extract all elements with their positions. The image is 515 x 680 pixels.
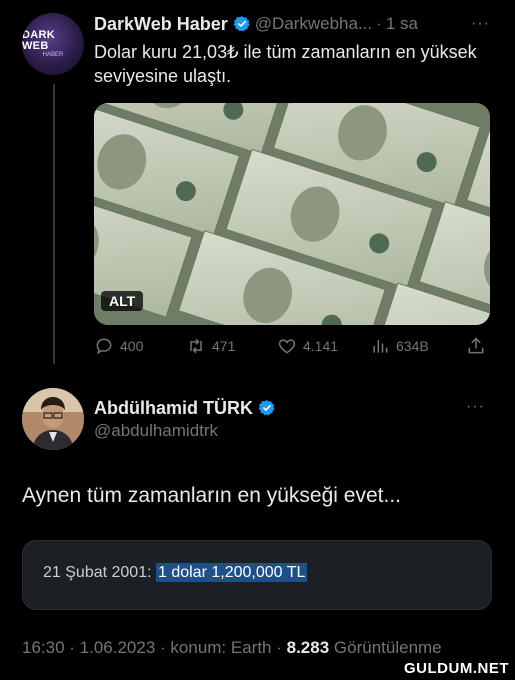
quoted-text-card[interactable]: 21 Şubat 2001: 1 dolar 1,200,000 TL [22,540,492,610]
retweet-count: 471 [212,338,236,354]
avatar-darkweb-haber[interactable]: DARK WEB HABER [22,13,84,75]
reply-count: 400 [120,338,144,354]
quoted-date: 21 Şubat 2001: [43,564,156,581]
post-date[interactable]: 1.06.2023 [80,638,156,657]
meta-sep: · [64,638,80,657]
author-name[interactable]: Abdülhamid TÜRK [94,398,253,419]
quoted-text: 21 Şubat 2001: 1 dolar 1,200,000 TL [43,563,308,582]
reply-button[interactable]: 400 [94,336,143,356]
author-name[interactable]: DarkWeb Haber [94,14,228,35]
more-options-icon[interactable]: ··· [471,15,490,33]
tweet1-header: DarkWeb Haber @Darkwebha... · 1 sa ··· [94,12,504,36]
meta-sep: · [271,638,287,657]
reply-icon [96,338,112,355]
dollar-bills-image-icon [94,103,490,325]
tweet2-metadata: 16:30 · 1.06.2023 · konum: Earth · 8.283… [22,638,442,658]
tweet2-header: Abdülhamid TÜRK [94,396,280,420]
views-count[interactable]: 8.283 [287,638,330,657]
person-photo-icon [22,388,84,450]
verified-badge-icon [233,16,250,32]
post-location: konum: Earth [170,638,272,657]
avatar-logo-main: DARK WEB [22,28,55,52]
tweet-timestamp[interactable]: 1 sa [386,14,418,34]
alt-text-badge[interactable]: ALT [101,291,144,311]
views-button[interactable]: 634B [370,336,429,356]
avatar-abdulhamid-turk[interactable] [22,388,84,450]
tweet-media-image[interactable]: ALT [94,103,490,325]
verified-badge-icon [258,400,275,416]
meta-sep: · [155,638,171,657]
avatar-logo-sub: HABER [42,51,64,58]
like-count: 4.141 [303,338,339,354]
tweet1-text: Dolar kuru 21,03₺ ile tüm zamanların en … [94,42,477,86]
views-count: 634B [396,338,429,354]
views-label: Görüntülenme [333,638,442,657]
tweet2-text: Aynen tüm zamanların en yükseği evet... [22,484,401,507]
post-time[interactable]: 16:30 [22,638,65,657]
retweet-icon [190,338,202,354]
site-watermark: GULDUM.NET [404,660,509,677]
header-separator: · [376,14,382,33]
thread-connector-line [53,84,55,364]
author-handle[interactable]: @abdulhamidtrk [94,421,218,441]
retweet-button[interactable]: 471 [186,336,235,356]
quoted-highlight: 1 dolar 1,200,000 TL [155,563,308,582]
more-options-icon[interactable]: ··· [466,398,485,416]
heart-icon [278,339,296,354]
share-button[interactable] [466,336,486,356]
author-handle[interactable]: @Darkwebha... [255,14,372,34]
views-chart-icon [373,340,388,353]
share-icon [468,337,484,354]
like-button[interactable]: 4.141 [277,336,338,356]
tweet1-action-bar: 400 471 4.141 634B [94,336,494,360]
